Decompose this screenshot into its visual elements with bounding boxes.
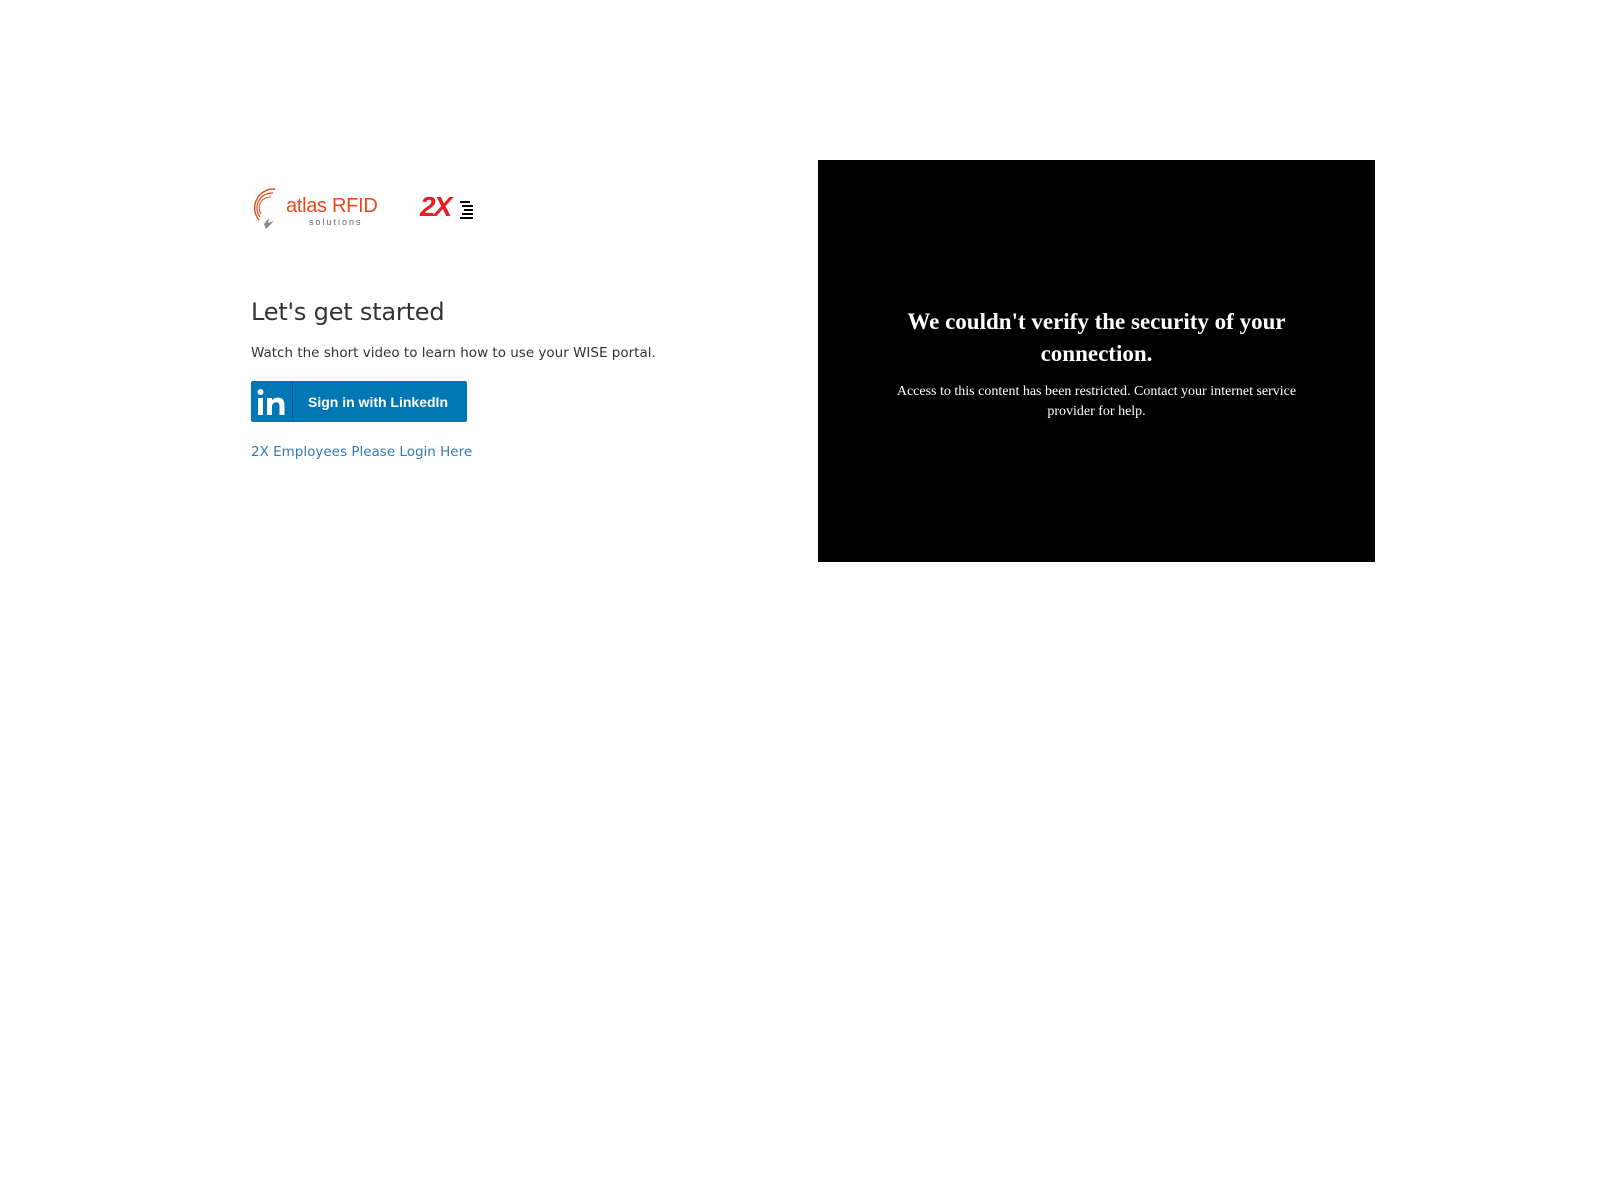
login-page: atlas RFID solutions 2X Let's get starte… [0,0,1600,1200]
logo-row: atlas RFID solutions 2X [251,184,721,234]
intro-text: Watch the short video to learn how to us… [251,345,656,361]
twox-logo: 2X [420,191,473,224]
linkedin-signin-button[interactable]: Sign in with LinkedIn [251,381,467,422]
atlas-wordmark: atlas RFID [286,195,378,217]
atlas-swoosh-icon [254,188,276,229]
page-title: Let's get started [251,298,445,326]
twox-wordmark: 2X [420,191,452,222]
video-error-body: Access to this content has been restrict… [896,384,1297,419]
video-error-message: We couldn't verify the security of your … [818,306,1375,422]
video-player[interactable]: We couldn't verify the security of your … [818,160,1375,562]
speed-lines-icon [460,201,473,219]
left-column: atlas RFID solutions 2X Let's get starte… [251,184,721,460]
linkedin-icon [251,381,293,422]
employee-login-link[interactable]: 2X Employees Please Login Here [251,444,472,460]
atlas-rfid-logo: atlas RFID solutions [251,184,386,232]
linkedin-button-label: Sign in with LinkedIn [308,393,448,410]
video-error-title: We couldn't verify the security of your … [907,309,1286,366]
atlas-subtitle: solutions [309,217,363,227]
